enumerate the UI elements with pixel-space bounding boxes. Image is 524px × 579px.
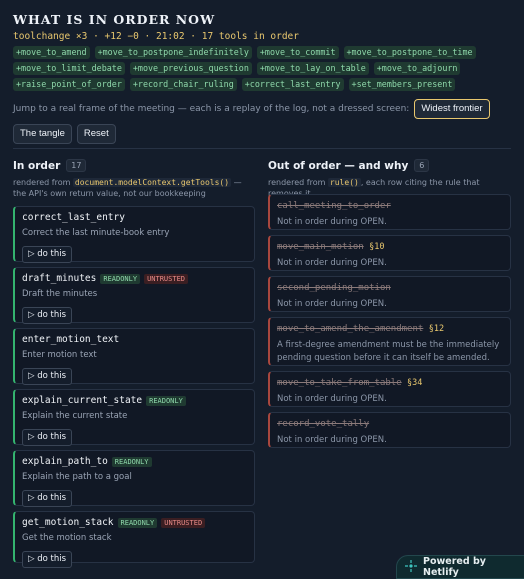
jump-instructions: Jump to a real frame of the meeting — ea… — [13, 104, 410, 114]
tool-chip: +move_to_postpone_indefinitely — [94, 46, 252, 59]
in-order-column: In order 17 rendered from document.model… — [13, 159, 257, 568]
blocked-reason: Not in order during OPEN. — [277, 217, 387, 227]
blocked-tool-card: second_pending_motion Not in order durin… — [268, 276, 511, 312]
blocked-tool-name: move_to_amend_the_amendment — [277, 324, 424, 334]
untrusted-badge: UNTRUSTED — [161, 518, 206, 528]
do-this-button[interactable]: ▷ do this — [22, 307, 73, 324]
tool-name: draft_minutes — [22, 273, 97, 284]
readonly-badge: READONLY — [100, 274, 141, 284]
tool-name: explain_current_state — [22, 395, 143, 406]
tool-description: Correct the last minute-book entry — [22, 228, 170, 238]
blocked-tool-card: move_to_take_from_table §34 Not in order… — [268, 371, 511, 407]
tool-chip: +move_to_adjourn — [373, 62, 461, 75]
rule-reference: §10 — [369, 242, 385, 252]
source-code: document.modelContext.getTools() — [72, 178, 232, 187]
out-of-order-count: 6 — [414, 159, 430, 172]
blocked-tool-name: call_meeting_to_order — [277, 201, 391, 211]
blocked-reason: Not in order during OPEN. — [277, 258, 387, 268]
tool-name: get_motion_stack — [22, 517, 114, 528]
do-this-button[interactable]: ▷ do this — [22, 246, 73, 263]
do-this-button[interactable]: ▷ do this — [22, 490, 73, 507]
readonly-badge: READONLY — [117, 518, 158, 528]
blocked-tool-card: move_to_amend_the_amendment §12 A first-… — [268, 317, 511, 366]
tool-card: explain_path_to READONLY Explain the pat… — [13, 450, 255, 507]
blocked-reason: A first-degree amendment must be the imm… — [277, 340, 500, 363]
tool-card: enter_motion_text Enter motion text ▷ do… — [13, 328, 255, 385]
divider — [13, 148, 511, 149]
tool-chip: +move_to_postpone_to_time — [343, 46, 476, 59]
tool-chip: +move_to_lay_on_table — [256, 62, 369, 75]
out-of-order-column: Out of order — and why 6 rendered from r… — [268, 159, 511, 448]
rule-reference: §12 — [428, 324, 445, 334]
in-order-count: 17 — [66, 159, 87, 172]
blocked-tool-name: record_vote_tally — [277, 419, 370, 429]
tool-chip: +set_members_present — [348, 78, 456, 91]
tool-name: enter_motion_text — [22, 334, 120, 345]
added-tools-chips: +move_to_amend +move_to_postpone_indefin… — [13, 46, 483, 91]
do-this-button[interactable]: ▷ do this — [22, 368, 73, 385]
tool-description: Draft the minutes — [22, 289, 98, 299]
netlify-logo-icon — [405, 559, 417, 575]
untrusted-badge: UNTRUSTED — [144, 274, 189, 284]
tool-description: Get the motion stack — [22, 533, 112, 543]
netlify-badge[interactable]: Powered by Netlify — [396, 555, 524, 579]
page-title: WHAT IS IN ORDER NOW — [13, 12, 216, 27]
tool-chip: +correct_last_entry — [241, 78, 344, 91]
blocked-tool-name: second_pending_motion — [277, 283, 391, 293]
tool-chip: +record_chair_ruling — [129, 78, 237, 91]
tool-name: correct_last_entry — [22, 212, 125, 223]
tool-description: Explain the path to a goal — [22, 472, 132, 482]
widest-frontier-button[interactable]: Widest frontier — [414, 99, 490, 119]
blocked-tool-name: move_main_motion — [277, 242, 364, 252]
tool-description: Explain the current state — [22, 411, 128, 421]
in-order-source-note: rendered from document.modelContext.getT… — [13, 178, 242, 198]
blocked-reason: Not in order during OPEN. — [277, 394, 387, 404]
tool-chip: +move_to_limit_debate — [13, 62, 125, 75]
do-this-button[interactable]: ▷ do this — [22, 429, 73, 446]
netlify-label: Powered by Netlify — [423, 556, 486, 578]
reset-button[interactable]: Reset — [76, 124, 116, 144]
toolchange-summary: toolchange ×3 · +12 −0 · 21:02 · 17 tool… — [13, 31, 299, 42]
the-tangle-button[interactable]: The tangle — [13, 124, 72, 144]
in-order-heading: In order — [13, 159, 61, 172]
blocked-tool-card: call_meeting_to_order Not in order durin… — [268, 194, 511, 230]
tool-name: explain_path_to — [22, 456, 108, 467]
tool-chip: +move_to_amend — [13, 46, 90, 59]
tool-card: explain_current_state READONLY Explain t… — [13, 389, 255, 446]
source-code: rule() — [327, 178, 361, 187]
tool-chip: +raise_point_of_order — [13, 78, 125, 91]
blocked-tool-card: record_vote_tally Not in order during OP… — [268, 412, 511, 448]
tool-card: get_motion_stack READONLY UNTRUSTED Get … — [13, 511, 255, 568]
tool-chip: +move_previous_question — [129, 62, 252, 75]
blocked-tool-card: move_main_motion §10 Not in order during… — [268, 235, 511, 271]
blocked-tool-name: move_to_take_from_table — [277, 378, 402, 388]
blocked-reason: Not in order during OPEN. — [277, 435, 387, 445]
tool-card: correct_last_entry Correct the last minu… — [13, 206, 255, 263]
tool-chip: +move_to_commit — [256, 46, 339, 59]
tool-description: Enter motion text — [22, 350, 97, 360]
blocked-reason: Not in order during OPEN. — [277, 299, 387, 309]
do-this-button[interactable]: ▷ do this — [22, 551, 73, 568]
out-of-order-heading: Out of order — and why — [268, 159, 409, 172]
header: WHAT IS IN ORDER NOW toolchange ×3 · +12… — [13, 12, 513, 144]
readonly-badge: READONLY — [111, 457, 152, 467]
rule-reference: §34 — [407, 378, 423, 388]
tool-card: draft_minutes READONLY UNTRUSTED Draft t… — [13, 267, 255, 324]
readonly-badge: READONLY — [146, 396, 186, 406]
